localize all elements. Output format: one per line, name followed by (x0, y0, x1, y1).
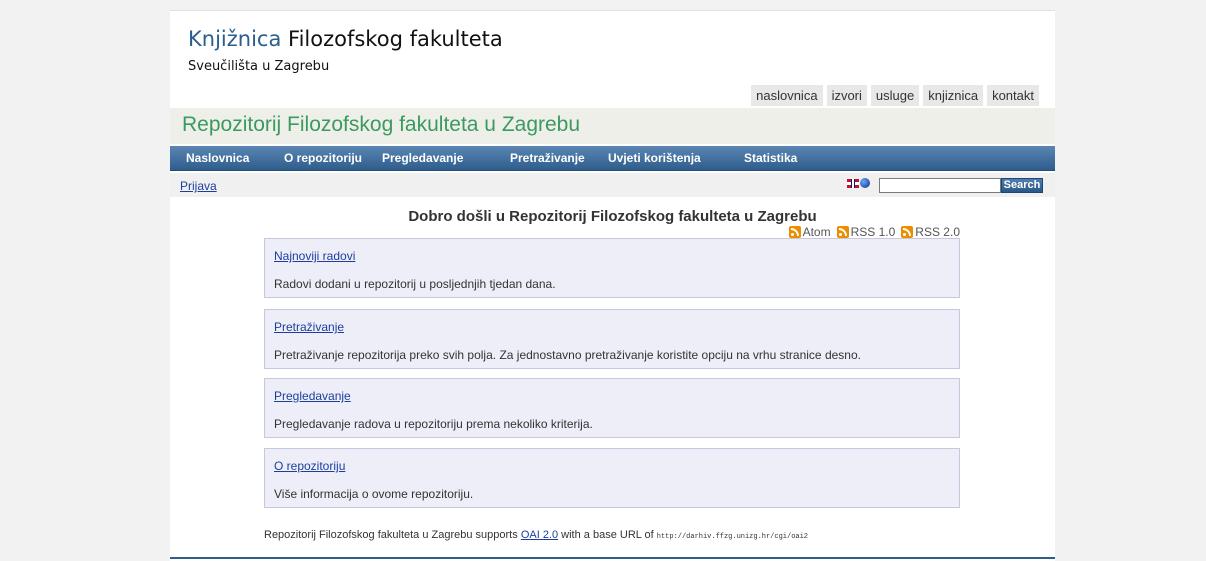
menu-pretrazivanje[interactable]: Pretraživanje (510, 151, 585, 165)
section-text-latest: Radovi dodani u repozitorij u posljednji… (274, 277, 556, 291)
section-box-search: Pretraživanje Pretraživanje repozitorija… (264, 309, 960, 369)
top-nav-naslovnica[interactable]: naslovnica (751, 85, 823, 106)
language-flags (847, 178, 871, 190)
top-nav-izvori[interactable]: izvori (826, 85, 867, 106)
rss-icon (836, 226, 849, 238)
section-text-search: Pretraživanje repozitorija preko svih po… (274, 348, 861, 362)
feed-rss2-label: RSS 2.0 (915, 225, 960, 239)
main-menu: Naslovnica O repozitoriju Pregledavanje … (170, 146, 1055, 171)
feed-atom[interactable]: Atom (788, 225, 831, 239)
section-box-latest: Najnoviji radovi Radovi dodani u repozit… (264, 238, 960, 298)
login-link[interactable]: Prijava (180, 179, 217, 193)
section-title-browse[interactable]: Pregledavanje (274, 389, 351, 403)
top-nav-usluge[interactable]: usluge (870, 85, 920, 106)
footer-text: Repozitorij Filozofskog fakulteta u Zagr… (264, 529, 808, 541)
repo-title: Repozitorij Filozofskog fakulteta u Zagr… (182, 113, 581, 136)
library-title: Knjižnica Filozofskog fakulteta (188, 27, 503, 51)
footer-middle: with a base URL of (561, 529, 654, 541)
bottom-divider (170, 557, 1055, 559)
rss-icon (788, 226, 801, 238)
section-box-browse: Pregledavanje Pregledavanje radova u rep… (264, 378, 960, 438)
feed-rss1[interactable]: RSS 1.0 (836, 225, 896, 239)
section-title-about[interactable]: O repozitoriju (274, 459, 345, 473)
search-input[interactable] (879, 178, 1001, 193)
section-box-about: O repozitoriju Više informacija o ovome … (264, 448, 960, 508)
menu-pregledavanje[interactable]: Pregledavanje (382, 151, 463, 165)
menu-statistika[interactable]: Statistika (744, 151, 797, 165)
feed-links: Atom RSS 1.0 RSS 2.0 (788, 225, 960, 239)
section-title-search[interactable]: Pretraživanje (274, 320, 344, 334)
feed-rss2[interactable]: RSS 2.0 (901, 225, 960, 239)
menu-uvjeti-koristenja[interactable]: Uvjeti korištenja (608, 151, 701, 165)
top-nav-kontakt[interactable]: kontakt (987, 85, 1039, 106)
library-title-rest: Filozofskog fakulteta (288, 27, 503, 51)
search-button[interactable]: Search (1001, 178, 1043, 193)
uk-flag-icon[interactable] (847, 179, 859, 188)
feed-rss1-label: RSS 1.0 (850, 225, 896, 239)
globe-icon[interactable] (860, 178, 870, 188)
rss-icon (901, 226, 914, 238)
library-subtitle: Sveučilišta u Zagrebu (188, 59, 330, 74)
welcome-heading: Dobro došli u Repozitorij Filozofskog fa… (408, 208, 817, 225)
feed-atom-label: Atom (802, 225, 831, 239)
repo-title-band: Repozitorij Filozofskog fakulteta u Zagr… (170, 108, 1055, 144)
tool-bar: Prijava Search (170, 173, 1055, 197)
library-title-accent: Knjižnica (188, 27, 282, 51)
page-container: Knjižnica Filozofskog fakulteta Sveučili… (170, 10, 1055, 561)
top-nav: naslovnica izvori usluge knjiznica konta… (751, 85, 1039, 106)
section-text-browse: Pregledavanje radova u repozitoriju prem… (274, 417, 593, 431)
oai-link[interactable]: OAI 2.0 (521, 529, 558, 541)
footer-prefix: Repozitorij Filozofskog fakulteta u Zagr… (264, 529, 518, 541)
oai-base-url: http://darhiv.ffzg.unizg.hr/cgi/oai2 (656, 533, 808, 541)
section-title-latest[interactable]: Najnoviji radovi (274, 249, 355, 263)
menu-o-repozitoriju[interactable]: O repozitoriju (284, 151, 362, 165)
menu-naslovnica[interactable]: Naslovnica (186, 151, 249, 165)
top-nav-knjiznica[interactable]: knjiznica (923, 85, 984, 106)
section-text-about: Više informacija o ovome repozitoriju. (274, 487, 474, 501)
